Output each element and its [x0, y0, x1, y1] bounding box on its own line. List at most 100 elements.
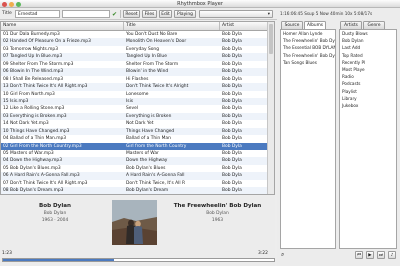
source-list-item[interactable]: Library: [340, 95, 396, 102]
cell-artist: Bob Dyla: [222, 91, 242, 97]
maximize-icon[interactable]: [16, 1, 21, 7]
cell-title: You Don't Dust No Bare: [126, 32, 178, 37]
tab-artists[interactable]: Artists: [340, 21, 362, 29]
source-list-item[interactable]: Most Playe: [340, 66, 396, 73]
cell-name: 02 Handed Of Pleasure On a Frieze.mp3: [3, 39, 91, 45]
cell-title: Sevel: [126, 106, 139, 112]
cell-title: Bob Dylan's Blues: [126, 165, 166, 171]
table-row[interactable]: 05 Bob Dylan's Blues.mp3 Bob Dylan's Blue…: [1, 165, 274, 172]
cell-name: 01 Dur Dala Burnedy.mp3: [3, 32, 60, 37]
tab-genre[interactable]: Genre: [363, 21, 385, 29]
cell-name: 10 Girl From North.mp3: [3, 91, 55, 97]
table-row[interactable]: 09 Shelter From The Storm.mp3 Shelter Fro…: [1, 61, 274, 68]
tab-albums[interactable]: Albums: [304, 21, 326, 29]
source-list[interactable]: Dusty Blows Bob Dylan Last Add Top Rated Rec…: [339, 29, 397, 249]
playing-button[interactable]: Playing: [174, 10, 196, 18]
volume-icon[interactable]: ♪: [388, 251, 396, 259]
column-header-name[interactable]: Name: [1, 22, 124, 30]
table-row[interactable]: 01 Dur Dala Burnedy.mp3 You Don't Dust No…: [1, 31, 274, 38]
edit-button[interactable]: Edit: [159, 10, 172, 18]
cell-artist: Bob Dyla: [222, 121, 242, 127]
window-title: Rhythmbox Player: [177, 1, 223, 7]
table-row[interactable]: 05 Masters of War.mp3 Masters of War Bob D…: [1, 150, 274, 157]
cell-artist: Bob Dyla: [222, 113, 242, 119]
album-list-item[interactable]: Tan Songs Blues: [281, 59, 335, 66]
source-list-item[interactable]: Playlist: [340, 88, 396, 95]
play-icon[interactable]: ▶: [366, 251, 374, 259]
files-button[interactable]: Files: [142, 10, 157, 18]
close-icon[interactable]: [2, 1, 7, 7]
next-icon[interactable]: ⏭: [377, 251, 385, 259]
source-list-item[interactable]: Podcasts: [340, 80, 396, 87]
source-list-item[interactable]: Bob Dylan: [340, 37, 396, 44]
scrollbar-thumb[interactable]: [269, 24, 273, 54]
source-list-item[interactable]: Recently Pl: [340, 59, 396, 66]
cell-name: 08 I Shall Be Released.mp3: [3, 76, 64, 82]
artist-years: 1963 · 2004: [41, 218, 69, 223]
cell-title: Don't Think Twice It's Alright: [126, 84, 189, 90]
progress-fill: [3, 259, 115, 261]
cell-name: 06 A Hard Rain's A-Gonna Fall.mp3: [3, 173, 80, 179]
cell-artist: Bob Dyla: [222, 61, 242, 67]
album-cover: [112, 200, 157, 245]
track-list[interactable]: Name Title Artist 01 Dur Dala Burnedy.mp…: [0, 21, 275, 195]
cell-title: Don't Think Twice, It's All R: [126, 180, 186, 186]
cell-artist: Bob Dyla: [222, 84, 242, 90]
source-list-item[interactable]: Jukebox: [340, 102, 396, 109]
table-row[interactable]: 10 Things Have Changed.mp3 Things Have Ch…: [1, 127, 274, 136]
table-row[interactable]: 08 I Shall Be Released.mp3 Hi Flashes Bob …: [1, 76, 274, 83]
track-list-scrollbar[interactable]: [267, 22, 274, 194]
cell-name: 15 Isis.mp3: [3, 98, 29, 104]
filter-combo[interactable]: ▾: [199, 10, 273, 18]
cell-name: 07 Don't Think Twice It's All Right.mp3: [3, 180, 88, 186]
album-list[interactable]: Homer Allan Lynde The Freewheelin' Bob Dy…: [280, 29, 336, 249]
cell-name: 12 Like a Rolling Stone.mp3: [3, 106, 65, 112]
column-header-artist[interactable]: Artist: [220, 22, 268, 30]
table-row[interactable]: 03 Tomorrow Nights.mp3 Everyday Song Bob D…: [1, 46, 274, 53]
column-header-title[interactable]: Title: [124, 22, 220, 30]
table-row[interactable]: 10 Girl From North.mp3 Lonesome Bob Dyla: [1, 91, 274, 98]
search-input[interactable]: [62, 10, 110, 18]
album-list-item[interactable]: The Essential BOB DYLAN: [281, 44, 335, 51]
tab-source[interactable]: Source: [281, 21, 303, 29]
chevron-down-icon: ▾: [267, 12, 270, 17]
table-row[interactable]: 13 Don't Think Twice It's All Right.mp3 D…: [1, 83, 274, 91]
title-label: Title: [2, 11, 12, 16]
source-list-item[interactable]: Last Add: [340, 44, 396, 51]
table-row[interactable]: 12 Like a Rolling Stone.mp3 Sevel Bob Dyla: [1, 105, 274, 112]
cell-artist: Bob Dyla: [222, 143, 242, 149]
table-row[interactable]: 04 Down the Highway.mp3 Down the Highway B…: [1, 157, 274, 165]
table-row[interactable]: 03 Everything is Broken.mp3 Everything is…: [1, 112, 274, 121]
table-row[interactable]: 02 Handed Of Pleasure On a Frieze.mp3 Mon…: [1, 38, 274, 46]
cell-artist: Bob Dyla: [222, 106, 242, 112]
search-icon[interactable]: ⌕: [281, 252, 287, 258]
cell-title: Things Have Changed: [126, 128, 175, 134]
previous-icon[interactable]: ⏮: [355, 251, 363, 259]
reset-button[interactable]: Reset: [123, 10, 140, 18]
cell-title: Lonesome: [126, 91, 149, 97]
cell-artist: Bob Dyla: [222, 136, 242, 142]
cell-name: 05 Bob Dylan's Blues.mp3: [3, 165, 61, 171]
artist-subtitle: Bob Dylan: [43, 211, 67, 216]
table-row[interactable]: 06 Blowin In The Wind.mp3 Blowin' in the …: [1, 68, 274, 76]
artist-name: Bob Dylan: [38, 203, 72, 209]
table-row[interactable]: 06 A Hard Rain's A-Gonna Fall.mp3 A Hard …: [1, 172, 274, 180]
check-icon[interactable]: ✔: [112, 11, 118, 18]
table-row[interactable]: 04 Ballad of a Thin Man.mp3 Ballad of a T…: [1, 135, 274, 142]
table-row[interactable]: 02 Girl From the North Country.mp3 Girl f…: [1, 142, 274, 150]
cell-name: 02 Girl From the North Country.mp3: [3, 143, 82, 149]
source-list-item[interactable]: Top Rated: [340, 52, 396, 59]
minimize-icon[interactable]: [9, 1, 14, 7]
table-row[interactable]: 14 Not Dark Yet.mp3 Not Dark Yet Bob Dyla: [1, 120, 274, 127]
title-filter-input[interactable]: Ernestad: [15, 10, 60, 18]
album-list-item[interactable]: Homer Allan Lynde: [281, 30, 335, 37]
table-row[interactable]: 07 Tangled Up In Blue.mp3 Tangled Up In B…: [1, 53, 274, 61]
source-list-item[interactable]: Radio: [340, 73, 396, 80]
album-list-item[interactable]: The Freewheelin' Bob Dyl: [281, 52, 335, 59]
table-row[interactable]: 07 Don't Think Twice It's All Right.mp3 D…: [1, 180, 274, 187]
source-list-item[interactable]: Dusty Blows: [340, 30, 396, 37]
table-row[interactable]: 08 Bob Dylan's Dream.mp3 Bob Dylan's Drea…: [1, 187, 274, 194]
table-row[interactable]: 15 Isis.mp3 Isis Bob Dyla: [1, 97, 274, 106]
album-list-item[interactable]: The Freewheelin' Bob Dylan: [281, 37, 335, 44]
cell-title: Everyday Song: [126, 46, 159, 52]
